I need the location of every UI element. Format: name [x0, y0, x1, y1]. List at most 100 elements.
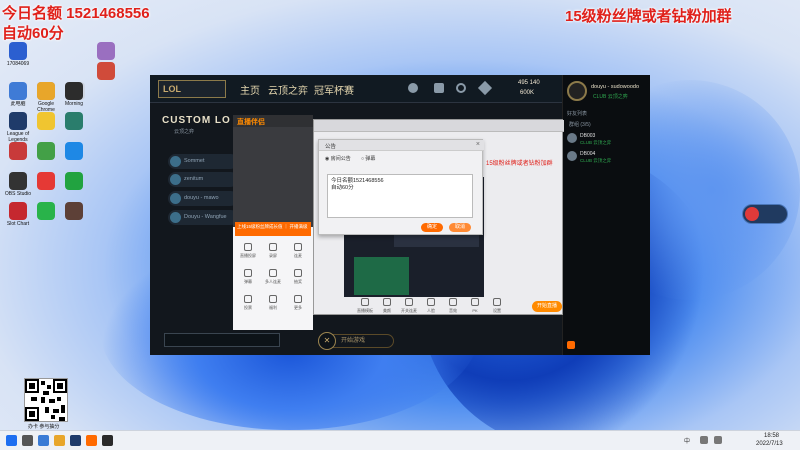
cast-titlebar	[314, 120, 564, 132]
avatar	[170, 174, 181, 185]
app-icon	[37, 112, 55, 130]
app-icon	[65, 82, 83, 100]
task-view-icon[interactable]	[38, 435, 49, 446]
desktop-icon[interactable]	[58, 202, 90, 233]
tool-label: 弹幕	[244, 279, 252, 284]
app-icon	[37, 142, 55, 160]
app-icon	[65, 202, 83, 220]
tool-button[interactable]: 抽奖	[287, 269, 309, 285]
qr-caption: 办卡 参与抽分	[28, 424, 60, 430]
douyu-icon[interactable]	[567, 341, 575, 349]
start-live-button[interactable]: 开始直播	[532, 301, 562, 312]
network-icon[interactable]	[700, 436, 708, 444]
app-icon	[9, 112, 27, 130]
tool-icon	[294, 243, 302, 251]
clock-date[interactable]: 2022/7/13	[756, 441, 783, 447]
desktop-icon[interactable]	[58, 172, 90, 203]
cast-side-note: 15级粉丝牌或者钻粉加群	[486, 161, 553, 167]
dialog-titlebar: 公告 ×	[319, 140, 484, 151]
tool-icon	[449, 298, 457, 306]
tool-button[interactable]: 直播投屏	[237, 243, 259, 259]
nav-clash[interactable]: 冠军杯赛	[314, 82, 354, 97]
avatar[interactable]	[567, 81, 587, 101]
cast-tool-button[interactable]: PK	[464, 298, 486, 313]
option-barrage[interactable]: ○ 弹幕	[361, 155, 375, 162]
tool-button[interactable]: 弹幕	[237, 269, 259, 285]
desktop: 17084069 此电脑 Google Chrome Morning League of…	[0, 0, 800, 430]
desktop-icon[interactable]	[90, 62, 122, 93]
tool-button[interactable]: 投票	[237, 295, 259, 311]
lobby-member[interactable]: Sommet	[168, 154, 238, 169]
app-icon	[97, 42, 115, 60]
avatar	[567, 151, 577, 161]
lobby-member[interactable]: douyu - mawo	[168, 191, 238, 206]
cast-tool-button[interactable]: 直播模板	[354, 298, 376, 314]
promo-banner[interactable]: 上线15级粉丝牌成长值 ｜ 开播满级	[235, 222, 311, 236]
tool-icon	[269, 269, 277, 277]
douyu-icon[interactable]	[86, 435, 97, 446]
cast-tool-button[interactable]: 人脸	[420, 298, 442, 314]
lobby-member[interactable]: zenitum	[168, 172, 238, 187]
lobby-title: CUSTOM LO	[162, 115, 231, 126]
floating-widget[interactable]	[742, 204, 788, 224]
tool-button[interactable]: 福利	[262, 295, 284, 311]
tool-icon	[269, 243, 277, 251]
tool-label: 抽奖	[294, 279, 302, 284]
cancel-button[interactable]: 取消	[449, 223, 471, 232]
friends-group[interactable]: 群组 (3/5)	[569, 121, 591, 128]
league-icon[interactable]	[70, 435, 81, 446]
cast-tool-button[interactable]: 设置	[486, 298, 508, 314]
profile-icon[interactable]	[408, 83, 418, 93]
tool-icon	[493, 298, 501, 306]
cast-tool-button[interactable]: 音效	[442, 298, 464, 314]
chat-input[interactable]	[164, 333, 280, 347]
overlay-today: 今日名额 1521468556	[2, 5, 150, 22]
client-logo[interactable]: LOL	[158, 80, 226, 98]
live-panel-title: 直播伴侣	[237, 119, 265, 126]
preview-desktop	[354, 257, 409, 295]
obs-icon[interactable]	[102, 435, 113, 446]
desktop-icon[interactable]	[58, 112, 90, 143]
language-indicator[interactable]: 中	[684, 436, 690, 445]
nav-tft[interactable]: 云顶之弈	[268, 82, 308, 97]
nav-home[interactable]: 主页	[240, 82, 260, 97]
tool-button[interactable]: 更多	[287, 295, 309, 311]
chrome-icon[interactable]	[54, 435, 65, 446]
announcement-dialog: 公告 × ◉ 房间公告 ○ 弹幕 今日名额1521468556 自动60分 确定…	[318, 139, 484, 235]
desktop-icon[interactable]: 17084069	[2, 42, 34, 73]
app-icon	[97, 62, 115, 80]
search-icon[interactable]	[22, 435, 33, 446]
tool-button[interactable]: 录屏	[262, 243, 284, 259]
loot-icon[interactable]	[434, 83, 444, 93]
desktop-icon[interactable]	[58, 142, 90, 173]
tool-icon	[294, 295, 302, 303]
cast-tool-button[interactable]: 开关连麦	[398, 298, 420, 314]
notice-textarea[interactable]: 今日名额1521468556 自动60分	[327, 174, 473, 218]
tool-label: 直播模板	[357, 308, 373, 313]
tool-icon	[361, 298, 369, 306]
taskbar: 中 18:58 2022/7/13	[0, 430, 800, 450]
desktop-icon[interactable]: Morning	[58, 82, 90, 113]
avatar	[170, 193, 181, 204]
option-room-notice[interactable]: ◉ 房间公告	[325, 155, 351, 162]
friends-title: 好友列表	[567, 111, 588, 117]
tool-button[interactable]: 连麦	[287, 243, 309, 259]
tool-icon	[383, 298, 391, 306]
cast-tool-button[interactable]: 美颜	[376, 298, 398, 314]
currency-be: 600K	[520, 90, 535, 96]
tool-label: 人脸	[427, 308, 435, 313]
close-icon[interactable]: ×	[476, 141, 480, 148]
lobby-member[interactable]: Douyu - Wangfue	[168, 210, 238, 225]
clock-time[interactable]: 18:58	[764, 433, 779, 439]
tool-label: 美颜	[383, 308, 391, 313]
collection-icon[interactable]	[456, 83, 466, 93]
scene-list[interactable]	[233, 127, 313, 227]
volume-icon[interactable]	[714, 436, 722, 444]
close-icon[interactable]: ✕	[318, 332, 336, 350]
tool-icon	[294, 269, 302, 277]
tool-label: 录屏	[269, 253, 277, 258]
store-icon[interactable]	[477, 80, 493, 96]
ok-button[interactable]: 确定	[421, 223, 443, 232]
start-icon[interactable]	[6, 435, 17, 446]
tool-button[interactable]: 多人连麦	[262, 269, 284, 285]
